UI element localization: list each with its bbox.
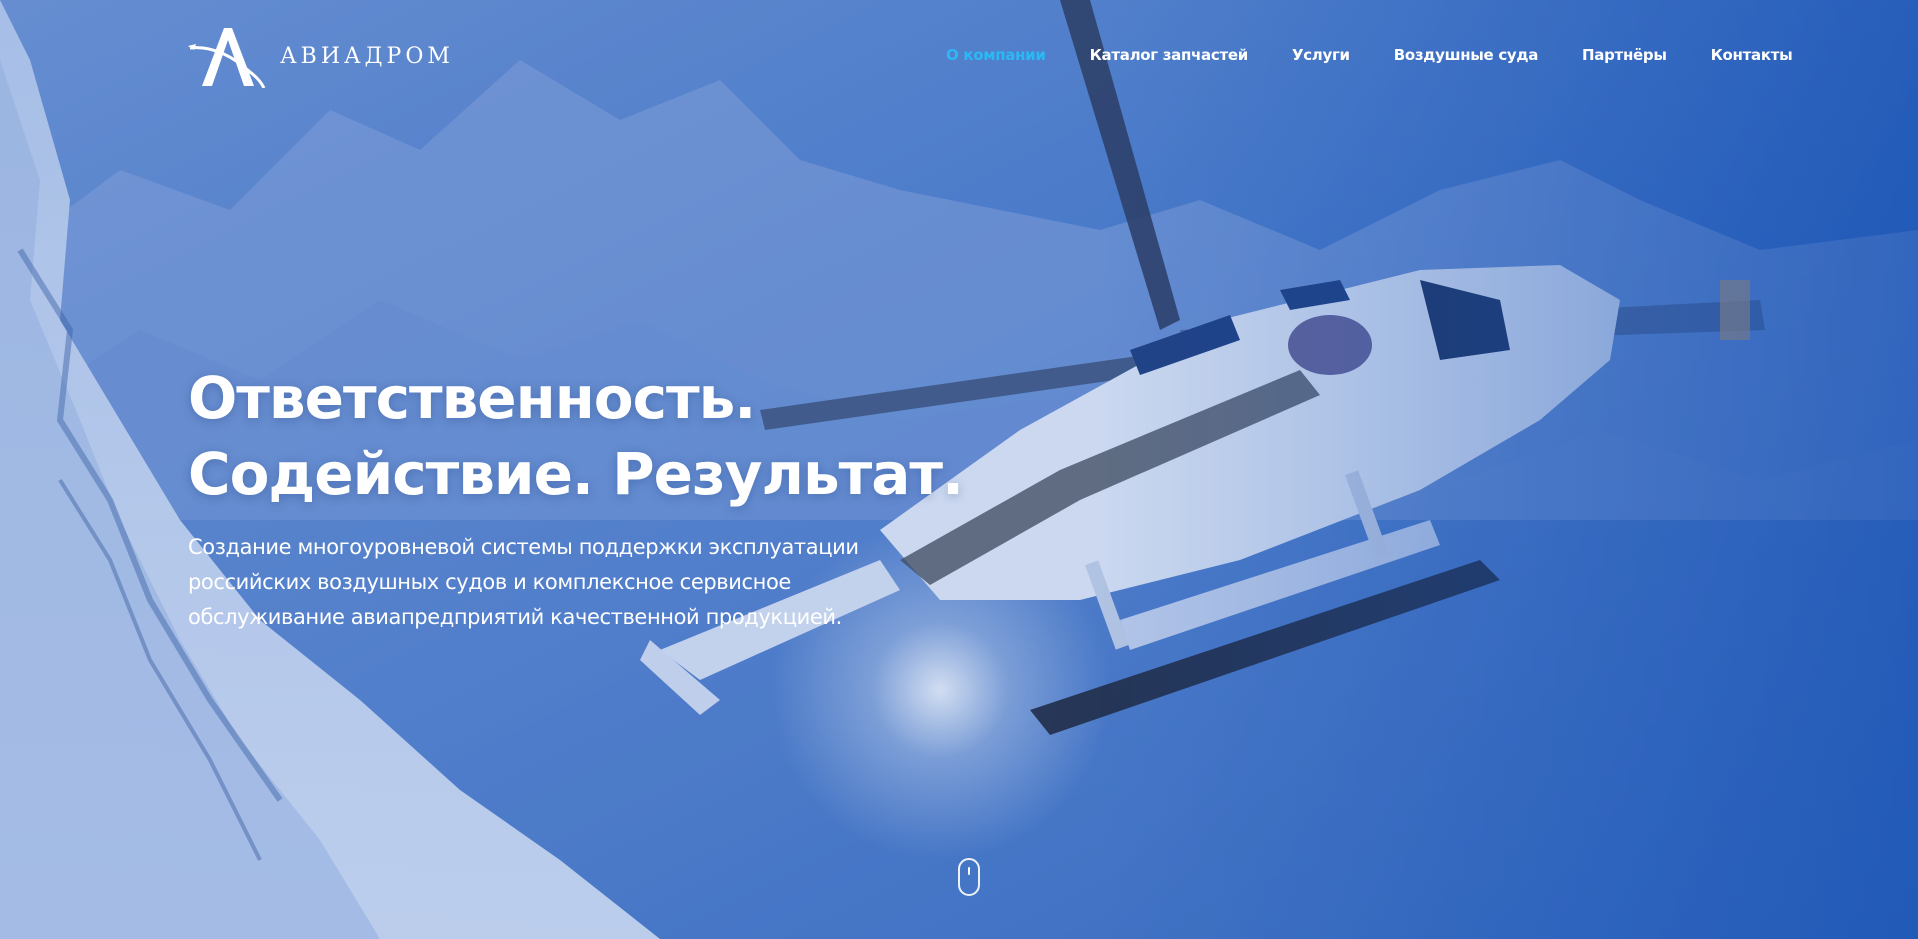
nav-item-parts-catalog[interactable]: Каталог запчастей [1090,46,1249,64]
nav-item-partners[interactable]: Партнёры [1582,46,1667,64]
hero-headline-line-1: Ответственность. [188,364,756,432]
nav-item-contacts[interactable]: Контакты [1711,46,1793,64]
hero-subtitle: Создание многоуровневой системы поддержк… [188,535,859,629]
main-navigation: О компании Каталог запчастей Услуги Возд… [946,46,1793,64]
hero-section: АВИАДРОМ О компании Каталог запчастей Ус… [0,0,1918,939]
brand-name: АВИАДРОМ [280,43,454,69]
nav-item-aircraft[interactable]: Воздушные суда [1394,46,1539,64]
mouse-scroll-icon[interactable] [958,858,980,896]
brand-logo[interactable]: АВИАДРОМ [188,24,454,88]
hero-headline-line-2: Содействие. Результат. [188,440,964,508]
nav-item-about[interactable]: О компании [946,46,1046,64]
hero-headline: Ответственность. Содействие. Результат. [188,360,964,512]
aviadrom-logo-a-icon [188,28,266,88]
nav-item-services[interactable]: Услуги [1292,46,1350,64]
